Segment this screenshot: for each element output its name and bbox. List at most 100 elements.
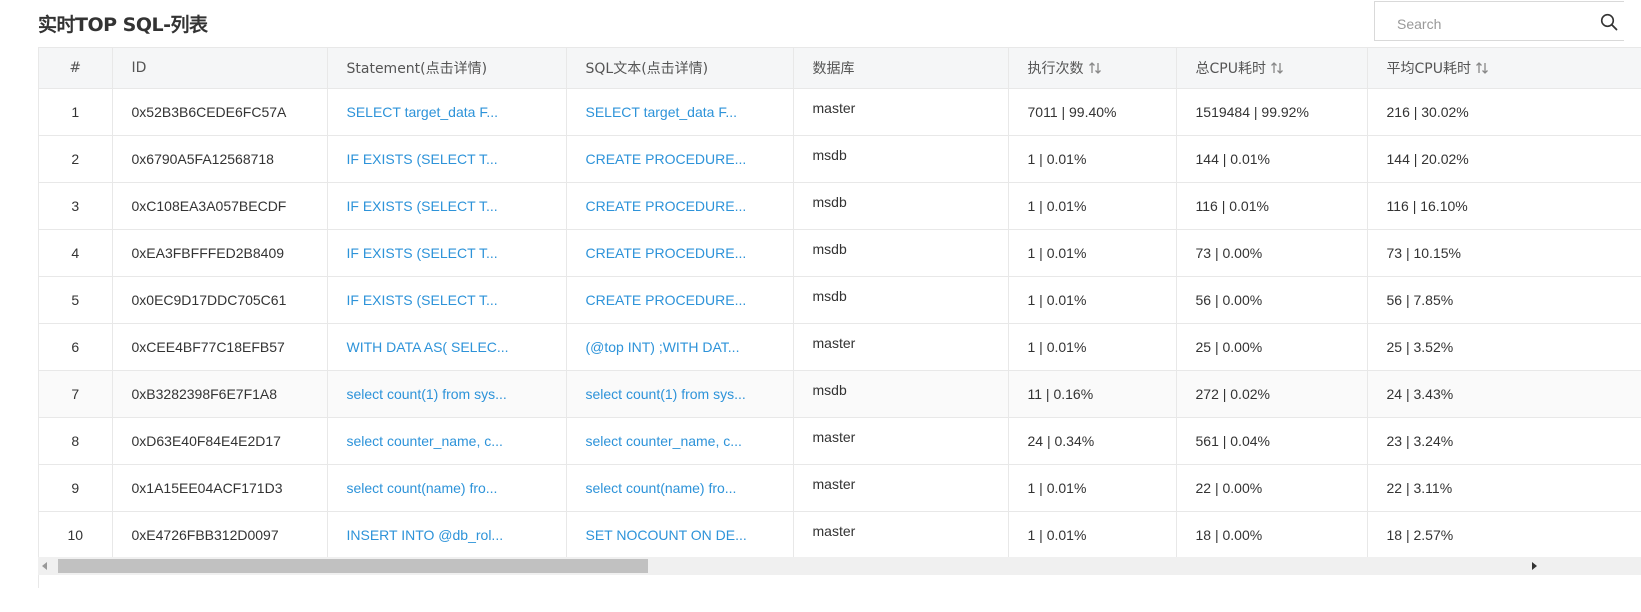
- statement-link-text[interactable]: SELECT target_data F...: [347, 104, 499, 120]
- row-id-text: 0x52B3B6CEDE6FC57A: [131, 104, 287, 120]
- scrollbar-thumb[interactable]: [58, 559, 648, 573]
- sql-text-link-text[interactable]: CREATE PROCEDURE...: [586, 245, 747, 261]
- row-id-text: 0xE4726FBB312D0097: [131, 527, 279, 543]
- exec-count-cell: 1 | 0.01%: [1008, 182, 1177, 230]
- exec-count-cell-text: 1 | 0.01%: [1027, 292, 1087, 308]
- sql-text-link-text[interactable]: SET NOCOUNT ON DE...: [586, 527, 747, 543]
- total-cpu-cell-text: 272 | 0.02%: [1195, 386, 1270, 402]
- col-header-total-cpu[interactable]: 总CPU耗时: [1176, 48, 1368, 89]
- avg-cpu-cell: 144 | 20.02%: [1367, 135, 1641, 183]
- exec-count-cell: 1 | 0.01%: [1008, 229, 1177, 277]
- sql-text-link[interactable]: CREATE PROCEDURE...: [566, 276, 794, 324]
- statement-link-text[interactable]: select count(1) from sys...: [347, 386, 507, 402]
- col-header-exec-count[interactable]: 执行次数: [1008, 48, 1177, 89]
- row-id-text: 0xB3282398F6E7F1A8: [131, 386, 278, 402]
- statement-link[interactable]: IF EXISTS (SELECT T...: [327, 229, 567, 277]
- sql-text-link[interactable]: SET NOCOUNT ON DE...: [566, 511, 794, 559]
- avg-cpu-cell: 73 | 10.15%: [1367, 229, 1641, 277]
- statement-link-text[interactable]: INSERT INTO @db_rol...: [347, 527, 504, 543]
- total-cpu-cell: 561 | 0.04%: [1176, 417, 1368, 465]
- statement-link[interactable]: IF EXISTS (SELECT T...: [327, 135, 567, 183]
- table-row: 6 0xCEE4BF77C18EFB57 WITH DATA AS( SELEC..…: [39, 323, 1641, 371]
- statement-link-text[interactable]: IF EXISTS (SELECT T...: [347, 198, 498, 214]
- search-icon[interactable]: [1600, 13, 1618, 31]
- sql-text-link-text[interactable]: SELECT target_data F...: [586, 104, 738, 120]
- search-box[interactable]: [1374, 1, 1624, 41]
- sort-icon[interactable]: [1088, 61, 1102, 75]
- sql-text-link[interactable]: CREATE PROCEDURE...: [566, 135, 794, 183]
- sql-text-link-text[interactable]: CREATE PROCEDURE...: [586, 151, 747, 167]
- sql-text-link[interactable]: CREATE PROCEDURE...: [566, 182, 794, 230]
- statement-link[interactable]: select count(1) from sys...: [327, 370, 567, 418]
- exec-count-cell-text: 1 | 0.01%: [1027, 245, 1087, 261]
- sql-text-link-text[interactable]: select count(1) from sys...: [586, 386, 746, 402]
- sql-text-link[interactable]: CREATE PROCEDURE...: [566, 229, 794, 277]
- database-cell-text: msdb: [812, 147, 847, 163]
- table-row: 3 0xC108EA3A057BECDF IF EXISTS (SELECT T..…: [39, 182, 1641, 230]
- total-cpu-cell-text: 18 | 0.00%: [1195, 527, 1263, 543]
- avg-cpu-cell: 116 | 16.10%: [1367, 182, 1641, 230]
- statement-link[interactable]: IF EXISTS (SELECT T...: [327, 276, 567, 324]
- statement-link[interactable]: select count(name) fro...: [327, 464, 567, 512]
- avg-cpu-cell: 25 | 3.52%: [1367, 323, 1641, 371]
- sql-text-link[interactable]: (@top INT) ;WITH DAT...: [566, 323, 794, 371]
- row-index-text: 2: [71, 151, 80, 167]
- avg-cpu-cell-text: 22 | 3.11%: [1386, 480, 1453, 496]
- database-cell: master: [793, 464, 1009, 512]
- statement-link-text[interactable]: IF EXISTS (SELECT T...: [347, 245, 498, 261]
- sql-text-link-text[interactable]: select counter_name, c...: [586, 433, 742, 449]
- sql-text-link-text[interactable]: (@top INT) ;WITH DAT...: [586, 339, 740, 355]
- sql-text-link[interactable]: select counter_name, c...: [566, 417, 794, 465]
- row-id: 0x1A15EE04ACF171D3: [112, 464, 328, 512]
- exec-count-cell-text: 11 | 0.16%: [1027, 386, 1094, 402]
- statement-link-text[interactable]: IF EXISTS (SELECT T...: [347, 292, 498, 308]
- exec-count-cell-text: 1 | 0.01%: [1027, 339, 1087, 355]
- search-input[interactable]: [1395, 12, 1589, 36]
- avg-cpu-cell: 24 | 3.43%: [1367, 370, 1641, 418]
- col-header-avg-cpu[interactable]: 平均CPU耗时: [1367, 48, 1641, 89]
- statement-link-text[interactable]: select counter_name, c...: [347, 433, 503, 449]
- statement-link[interactable]: WITH DATA AS( SELEC...: [327, 323, 567, 371]
- total-cpu-cell: 18 | 0.00%: [1176, 511, 1368, 559]
- row-id: 0x6790A5FA12568718: [112, 135, 328, 183]
- avg-cpu-cell-text: 25 | 3.52%: [1386, 339, 1454, 355]
- scroll-right-arrow-icon[interactable]: [1532, 562, 1537, 570]
- sql-text-link[interactable]: select count(name) fro...: [566, 464, 794, 512]
- sql-text-link-text[interactable]: CREATE PROCEDURE...: [586, 198, 747, 214]
- row-id: 0xC108EA3A057BECDF: [112, 182, 328, 230]
- sql-text-link[interactable]: SELECT target_data F...: [566, 88, 794, 136]
- row-id-text: 0xEA3FBFFFED2B8409: [131, 245, 285, 261]
- database-cell-text: master: [812, 429, 856, 445]
- sql-text-link-text[interactable]: CREATE PROCEDURE...: [586, 292, 747, 308]
- statement-link[interactable]: INSERT INTO @db_rol...: [327, 511, 567, 559]
- row-id: 0x0EC9D17DDC705C61: [112, 276, 328, 324]
- statement-link-text[interactable]: IF EXISTS (SELECT T...: [347, 151, 498, 167]
- row-index: 5: [39, 276, 113, 324]
- sort-icon[interactable]: [1270, 61, 1284, 75]
- avg-cpu-cell: 23 | 3.24%: [1367, 417, 1641, 465]
- statement-link-text[interactable]: WITH DATA AS( SELEC...: [347, 339, 509, 355]
- row-id: 0xB3282398F6E7F1A8: [112, 370, 328, 418]
- statement-link[interactable]: SELECT target_data F...: [327, 88, 567, 136]
- sort-icon[interactable]: [1475, 61, 1489, 75]
- row-id: 0xD63E40F84E4E2D17: [112, 417, 328, 465]
- database-cell: master: [793, 417, 1009, 465]
- sql-text-link-text[interactable]: select count(name) fro...: [586, 480, 737, 496]
- statement-link[interactable]: select counter_name, c...: [327, 417, 567, 465]
- scroll-left-arrow-icon[interactable]: [42, 562, 47, 570]
- statement-link[interactable]: IF EXISTS (SELECT T...: [327, 182, 567, 230]
- exec-count-cell-text: 1 | 0.01%: [1027, 527, 1087, 543]
- database-cell: msdb: [793, 229, 1009, 277]
- total-cpu-cell: 1519484 | 99.92%: [1176, 88, 1368, 136]
- exec-count-cell: 24 | 0.34%: [1008, 417, 1177, 465]
- avg-cpu-cell-text: 56 | 7.85%: [1386, 292, 1454, 308]
- sql-text-link[interactable]: select count(1) from sys...: [566, 370, 794, 418]
- database-cell: msdb: [793, 135, 1009, 183]
- statement-link-text[interactable]: select count(name) fro...: [347, 480, 498, 496]
- row-id: 0xCEE4BF77C18EFB57: [112, 323, 328, 371]
- row-index-text: 3: [71, 198, 80, 214]
- row-index-text: 9: [71, 480, 80, 496]
- page-title: 实时TOP SQL-列表: [38, 14, 208, 36]
- database-cell-text: msdb: [812, 288, 847, 304]
- horizontal-scrollbar[interactable]: [38, 557, 1641, 575]
